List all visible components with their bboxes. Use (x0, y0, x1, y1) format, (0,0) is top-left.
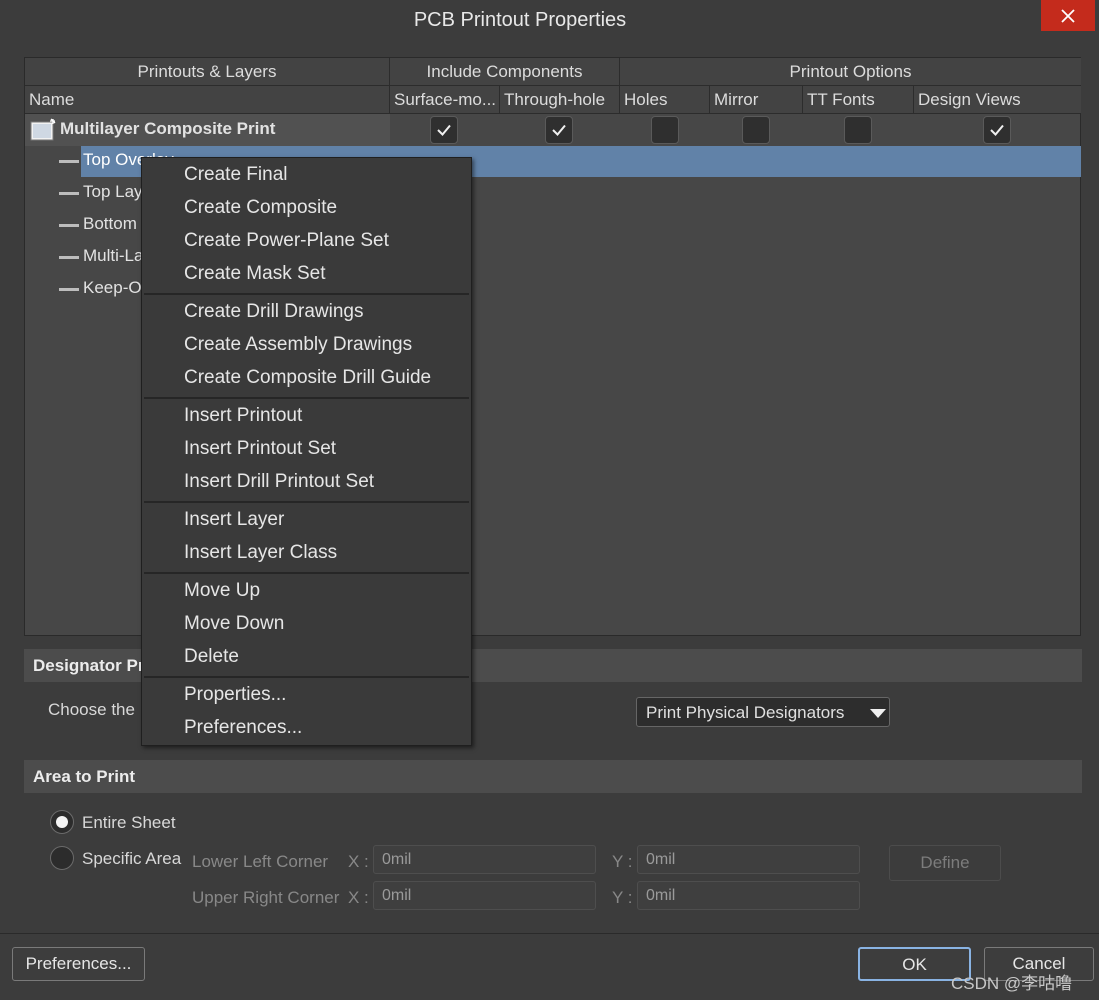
checkbox-tt-fonts[interactable] (844, 116, 872, 144)
designator-section-title: Designator Pr (33, 656, 145, 675)
printout-icon (30, 118, 56, 141)
layer-name: Multi-La (83, 246, 144, 265)
checkbox-mirror[interactable] (742, 116, 770, 144)
check-icon (990, 124, 1004, 136)
close-button[interactable] (1041, 0, 1095, 31)
define-button[interactable]: Define (889, 845, 1001, 881)
column-header-mirror[interactable]: Mirror (710, 86, 803, 113)
upper-right-y-value: 0mil (646, 887, 676, 904)
upper-right-y-label: Y : (612, 888, 633, 907)
lower-left-corner-label: Lower Left Corner (192, 852, 329, 871)
printout-name: Multilayer Composite Print (60, 119, 276, 138)
upper-right-x-input[interactable]: 0mil (373, 881, 596, 910)
column-header-name[interactable]: Name (25, 86, 390, 113)
radio-selected-dot (56, 816, 68, 828)
column-header-tt-fonts[interactable]: TT Fonts (803, 86, 914, 113)
column-header-design-views[interactable]: Design Views (914, 86, 1081, 113)
lower-left-x-value: 0mil (382, 851, 412, 868)
check-icon (552, 124, 566, 136)
menu-item-properties[interactable]: Properties... (184, 684, 286, 706)
layer-name: Keep-O (83, 278, 142, 297)
context-menu: Create Final Create Composite Create Pow… (141, 157, 472, 746)
column-header-surface-mount[interactable]: Surface-mo... (390, 86, 500, 113)
area-section-header: Area to Print (24, 760, 1082, 793)
column-header-through-hole[interactable]: Through-hole (500, 86, 620, 113)
preferences-button[interactable]: Preferences... (12, 947, 145, 981)
group-header-printouts-layers: Printouts & Layers (25, 58, 390, 85)
lower-left-x-input[interactable]: 0mil (373, 845, 596, 874)
area-section-title: Area to Print (33, 767, 136, 786)
lower-left-y-label: Y : (612, 852, 633, 871)
group-header-printout-options: Printout Options (620, 58, 1081, 85)
designator-dropdown[interactable]: Print Physical Designators (636, 697, 890, 727)
layer-name: Top Lay (83, 182, 143, 201)
specific-area-radio[interactable] (50, 846, 74, 870)
designator-choose-label: Choose the (48, 700, 135, 719)
dropdown-arrow-icon (870, 709, 886, 718)
column-header-holes[interactable]: Holes (620, 86, 710, 113)
upper-right-corner-label: Upper Right Corner (192, 888, 340, 907)
menu-separator (144, 572, 469, 574)
menu-item-create-mask-set[interactable]: Create Mask Set (184, 263, 326, 285)
layer-line-icon (59, 160, 79, 163)
layer-line-icon (59, 224, 79, 227)
lower-left-y-input[interactable]: 0mil (637, 845, 860, 874)
layer-line-icon (59, 256, 79, 259)
designator-dropdown-value: Print Physical Designators (646, 703, 845, 722)
menu-item-insert-drill-printout-set[interactable]: Insert Drill Printout Set (184, 471, 374, 493)
upper-right-x-label: X : (348, 888, 369, 907)
watermark-text: CSDN @李咕噜 (951, 974, 1073, 993)
printout-row[interactable]: Multilayer Composite Print (25, 114, 1080, 146)
upper-right-y-input[interactable]: 0mil (637, 881, 860, 910)
menu-item-delete[interactable]: Delete (184, 646, 239, 668)
entire-sheet-radio[interactable] (50, 810, 74, 834)
menu-item-move-up[interactable]: Move Up (184, 580, 260, 602)
menu-item-preferences[interactable]: Preferences... (184, 717, 302, 739)
menu-item-move-down[interactable]: Move Down (184, 613, 284, 635)
window-title: PCB Printout Properties (413, 9, 627, 31)
menu-item-create-assembly-drawings[interactable]: Create Assembly Drawings (184, 334, 412, 356)
title-bar: PCB Printout Properties (0, 0, 1099, 44)
check-icon (437, 124, 451, 136)
menu-item-create-power-plane-set[interactable]: Create Power-Plane Set (184, 230, 389, 252)
checkbox-surface-mount[interactable] (430, 116, 458, 144)
specific-area-label[interactable]: Specific Area (82, 849, 181, 869)
entire-sheet-label[interactable]: Entire Sheet (82, 813, 176, 833)
checkbox-through-hole[interactable] (545, 116, 573, 144)
lower-left-y-value: 0mil (646, 851, 676, 868)
menu-item-create-composite-drill-guide[interactable]: Create Composite Drill Guide (184, 367, 431, 389)
layer-name: Bottom (83, 214, 137, 233)
menu-item-insert-printout[interactable]: Insert Printout (184, 405, 302, 427)
upper-right-x-value: 0mil (382, 887, 412, 904)
checkbox-holes[interactable] (651, 116, 679, 144)
close-icon (1061, 8, 1075, 23)
menu-separator (144, 676, 469, 678)
menu-separator (144, 397, 469, 399)
layer-line-icon (59, 192, 79, 195)
checkbox-design-views[interactable] (983, 116, 1011, 144)
menu-item-insert-layer-class[interactable]: Insert Layer Class (184, 542, 337, 564)
menu-item-insert-printout-set[interactable]: Insert Printout Set (184, 438, 336, 460)
menu-item-insert-layer[interactable]: Insert Layer (184, 509, 284, 531)
layer-line-icon (59, 288, 79, 291)
menu-separator (144, 293, 469, 295)
menu-item-create-composite[interactable]: Create Composite (184, 197, 337, 219)
menu-item-create-final[interactable]: Create Final (184, 164, 288, 186)
footer-divider (0, 933, 1099, 934)
lower-left-x-label: X : (348, 852, 369, 871)
group-header-include-components: Include Components (390, 58, 620, 85)
menu-item-create-drill-drawings[interactable]: Create Drill Drawings (184, 301, 364, 323)
menu-separator (144, 501, 469, 503)
